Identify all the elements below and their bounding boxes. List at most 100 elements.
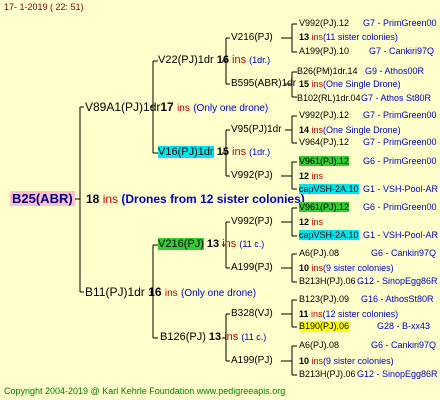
gen3-g-name[interactable]: B328(VJ) (231, 309, 273, 319)
gen4-row: V961(PJ).12 G6 - PrimGreen00 (299, 156, 437, 166)
gen3-g-unit: ins (311, 309, 323, 319)
gen3-h-note: (9 sister colonies) (323, 356, 394, 366)
gen3-b-name[interactable]: B595(ABR)1dr (231, 79, 296, 89)
gen2-b-name[interactable]: V16(PJ)1dr (158, 146, 214, 158)
gen3-a-note: (11 sister colonies) (323, 32, 398, 42)
gen3-h-count: 10 (299, 356, 310, 366)
gen4-name[interactable]: B26(PM)1dr.14 (297, 66, 358, 76)
gen1-lower-unit: ins (164, 288, 178, 299)
gen2-a-name[interactable]: V22(PJ)1dr (158, 54, 214, 66)
gen3-d-inbreeding: 12 ins (299, 172, 323, 181)
gen1-upper-note: (Only one drone) (193, 103, 269, 114)
root-inbreeding: 18 ins (Drones from 12 sister colonies) (86, 193, 305, 205)
gen4-ref: G6 - Cankiri97Q (371, 340, 437, 350)
gen3-f-unit: ins (311, 263, 324, 273)
gen4-row: capVSH-2A.10 G1 - VSH-Pool-AR (299, 184, 438, 194)
gen2-c-name[interactable]: V216(PJ) (158, 238, 204, 250)
gen3-a-name[interactable]: V216(PJ) (231, 33, 273, 43)
root-ins-count: 18 (86, 192, 100, 206)
gen1-lower-note: (Only one drone) (181, 288, 257, 299)
gen3-b-note: (One Single Drone) (323, 79, 401, 89)
gen2-a: V22(PJ)1dr 16 ins (1dr.) (158, 55, 270, 66)
gen4-ref: G7 - PrimGreen00 (363, 18, 437, 28)
gen3-d-name[interactable]: V992(PJ) (231, 171, 273, 181)
gen4-name[interactable]: capVSH-2A.10 (299, 230, 359, 240)
gen1-upper: V89A1(PJ)1dr17 ins (Only one drone) (85, 101, 268, 114)
gen4-name[interactable]: V964(PJ).12 (299, 137, 349, 147)
gen2-a-note: (1dr.) (249, 55, 271, 65)
gen4-ref: G6 - PrimGreen00 (363, 202, 437, 212)
gen4-ref: G7 - PrimGreen00 (363, 110, 437, 120)
gen2-a-count: 16 (216, 54, 229, 66)
gen4-row: B213H(PJ).06 G12 - SinopEgg86R (299, 369, 438, 379)
gen2-d-unit: ins (224, 331, 239, 343)
gen4-name[interactable]: V961(PJ).12 (299, 202, 350, 212)
root-note: (Drones from 12 sister colonies) (121, 192, 305, 206)
gen2-d-count: 13 (208, 331, 222, 343)
gen2-c: V216(PJ) 13 ins (11 c.) (158, 238, 265, 250)
gen4-name[interactable]: B190(PJ).06 (299, 321, 350, 331)
timestamp: 17- 1-2019 ( 22: 51) (4, 2, 84, 12)
gen2-b-unit: ins (232, 146, 247, 158)
gen1-lower-count: 16 (148, 285, 162, 299)
gen2-d-name[interactable]: B126(PJ) (160, 331, 206, 343)
gen3-a-unit: ins (311, 32, 324, 42)
gen2-b-note: (1dr.) (249, 147, 271, 157)
gen4-row: A199(PJ).10 G7 - Cankiri97Q (299, 46, 434, 56)
gen2-d-note: (11 c.) (241, 332, 267, 342)
gen4-name[interactable]: V961(PJ).12 (299, 156, 350, 166)
gen3-c-inbreeding: 14 ins(One Single Drone) (299, 126, 401, 135)
gen1-upper-name[interactable]: V89A1(PJ)1dr (85, 100, 160, 114)
gen4-row: B123(PJ).09 G16 - AthosSt80R (299, 294, 434, 304)
gen3-e-inbreeding: 12 ins (299, 218, 323, 227)
gen2-c-note: (11 c.) (239, 239, 265, 249)
gen3-b-unit: ins (311, 79, 324, 89)
gen4-name[interactable]: B213H(PJ).06 (299, 276, 356, 286)
gen3-h-inbreeding: 10 ins(9 sister colonies) (299, 357, 394, 366)
gen4-row: V992(PJ).12 G7 - PrimGreen00 (299, 110, 437, 120)
gen2-d: B126(PJ) 13 ins (11 c.) (160, 332, 266, 343)
gen4-name[interactable]: V992(PJ).12 (299, 110, 349, 120)
gen4-ref: G9 - Athos00R (365, 66, 425, 76)
gen4-row: B213H(PJ).06 G12 - SinopEgg86R (299, 276, 438, 286)
gen4-name[interactable]: A6(PJ).08 (299, 340, 339, 350)
gen4-ref: G12 - SinopEgg86R (357, 276, 438, 286)
gen4-row: V992(PJ).12 G7 - PrimGreen00 (299, 18, 437, 28)
gen3-g-inbreeding: 11 ins(12 sister colonies) (299, 310, 398, 319)
gen3-h-name[interactable]: A199(PJ) (231, 356, 273, 366)
gen1-lower-name[interactable]: B11(PJ)1dr (85, 285, 145, 299)
gen3-f-inbreeding: 10 ins(9 sister colonies) (299, 264, 394, 273)
gen4-ref: G7 - PrimGreen00 (363, 137, 437, 147)
gen3-g-count: 11 (299, 309, 309, 319)
gen4-name[interactable]: A199(PJ).10 (299, 46, 349, 56)
gen4-name[interactable]: B102(RL)1dr.04 (297, 93, 361, 103)
gen3-c-name[interactable]: V95(PJ)1dr (231, 125, 282, 135)
gen3-e-count: 12 (299, 217, 310, 227)
gen1-lower: B11(PJ)1dr 16 ins (Only one drone) (85, 286, 256, 299)
root-ins-unit: ins (102, 192, 119, 206)
gen3-e-name[interactable]: V992(PJ) (231, 217, 273, 227)
gen4-ref: G6 - Cankiri97Q (371, 248, 437, 258)
gen4-name[interactable]: B123(PJ).09 (299, 294, 349, 304)
gen4-row: capVSH-2A.10 G1 - VSH-Pool-AR (299, 230, 438, 240)
gen3-b-count: 15 (299, 79, 310, 89)
gen3-f-note: (9 sister colonies) (323, 263, 394, 273)
gen4-ref: G16 - AthosSt80R (361, 294, 434, 304)
gen4-ref: G1 - VSH-Pool-AR (363, 230, 439, 240)
gen4-row: V964(PJ).12 G7 - PrimGreen00 (299, 137, 437, 147)
gen2-b-count: 15 (216, 146, 229, 158)
gen4-name[interactable]: V992(PJ).12 (299, 18, 349, 28)
gen4-ref: G1 - VSH-Pool-AR (363, 184, 439, 194)
root-queen-name[interactable]: B25(ABR) (10, 191, 75, 206)
gen4-name[interactable]: B213H(PJ).06 (299, 369, 356, 379)
gen4-row: A6(PJ).08 G6 - Cankiri97Q (299, 340, 436, 350)
gen4-name[interactable]: A6(PJ).08 (299, 248, 339, 258)
gen4-name[interactable]: capVSH-2A.10 (299, 184, 359, 194)
gen4-row: B190(PJ).06 G28 - B-xx43 (299, 321, 430, 331)
gen3-a-count: 13 (299, 32, 310, 42)
gen3-f-name[interactable]: A199(PJ) (231, 263, 273, 273)
gen4-ref: G7 - Athos St80R (361, 93, 432, 103)
gen4-row: B26(PM)1dr.14 G9 - Athos00R (297, 66, 424, 76)
gen2-c-unit: ins (222, 238, 237, 250)
gen3-e-unit: ins (311, 217, 324, 227)
